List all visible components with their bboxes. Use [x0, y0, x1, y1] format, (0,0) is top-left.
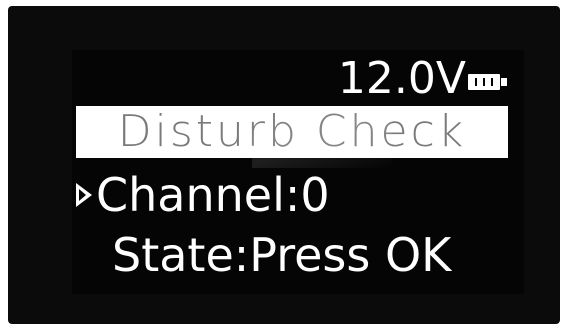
battery-tip	[501, 78, 507, 86]
menu-item-state[interactable]: State:Press OK	[112, 226, 451, 284]
oled-screen: 12.0V Disturb Check Channel:0 State:Pres…	[72, 50, 524, 294]
device-bezel: 12.0V Disturb Check Channel:0 State:Pres…	[8, 6, 560, 324]
channel-label: Channel:0	[96, 168, 330, 222]
status-row: 12.0V	[322, 50, 508, 108]
right-triangle-icon	[76, 183, 92, 207]
voltage-readout: 12.0V	[337, 53, 466, 104]
title-bar: Disturb Check	[76, 106, 508, 158]
battery-segment-gap	[483, 78, 485, 86]
menu-item-channel[interactable]: Channel:0	[76, 168, 330, 222]
battery-segment-gap	[475, 78, 477, 86]
screen-title: Disturb Check	[117, 106, 467, 157]
state-label: State:Press OK	[112, 228, 452, 282]
battery-segment-gap	[491, 78, 493, 86]
battery-full-icon	[468, 74, 508, 90]
photo-frame: 12.0V Disturb Check Channel:0 State:Pres…	[0, 0, 568, 330]
